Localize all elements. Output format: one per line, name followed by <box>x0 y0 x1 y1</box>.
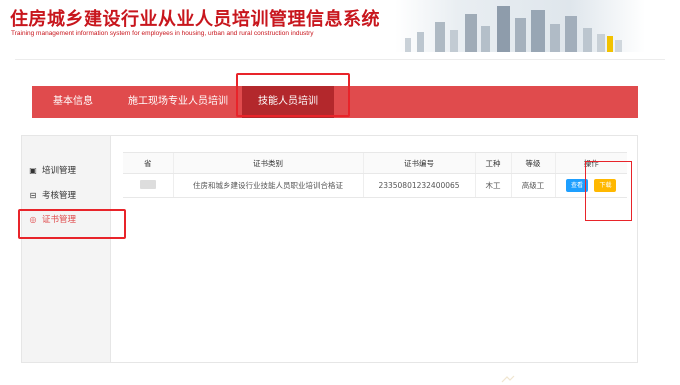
main-nav: 基本信息 施工现场专业人员培训 技能人员培训 <box>32 86 638 118</box>
cell-level: 高级工 <box>510 173 555 198</box>
cell-province <box>123 173 173 198</box>
cell-actions: 查看 下载 <box>554 173 627 198</box>
system-subtitle: Training management information system f… <box>11 30 314 37</box>
nav-tab-skilled-worker-training[interactable]: 技能人员培训 <box>242 86 334 118</box>
sidebar-item-label: 考核管理 <box>42 191 77 201</box>
header-divider <box>15 59 665 60</box>
certificate-table: 省 证书类别 证书编号 工种 等级 操作 住房和城乡建设行业技能人员职业培训合格… <box>123 152 627 198</box>
page-header: 住房城乡建设行业从业人员培训管理信息系统 Training management… <box>0 0 680 52</box>
city-skyline-banner <box>395 0 645 52</box>
nav-tab-site-staff-training[interactable]: 施工现场专业人员培训 <box>120 86 236 118</box>
table-header-row: 省 证书类别 证书编号 工种 等级 操作 <box>123 152 627 174</box>
sidebar-item-label: 证书管理 <box>42 215 77 225</box>
redacted-province <box>139 180 156 189</box>
exam-icon: ⊟ <box>29 191 37 200</box>
column-header-trade: 工种 <box>474 152 511 174</box>
view-button[interactable]: 查看 <box>566 179 589 192</box>
column-header-number: 证书编号 <box>362 152 475 174</box>
sidebar-item-certificate[interactable]: ◎ 证书管理 <box>22 209 111 231</box>
column-header-actions: 操作 <box>554 152 627 174</box>
column-header-level: 等级 <box>510 152 555 174</box>
column-header-category: 证书类别 <box>172 152 363 174</box>
sidebar-item-training[interactable]: ▣ 培训管理 <box>22 160 111 182</box>
sidebar-item-label: 培训管理 <box>42 166 77 176</box>
sidebar: ▣ 培训管理 ⊟ 考核管理 ◎ 证书管理 <box>21 135 111 363</box>
sidebar-item-exam[interactable]: ⊟ 考核管理 <box>22 185 111 207</box>
training-icon: ▣ <box>29 166 37 175</box>
cell-number: 23350801232400065 <box>362 173 475 198</box>
watermark-mark <box>501 375 515 383</box>
table-row: 住房和城乡建设行业技能人员职业培训合格证 23350801232400065 木… <box>123 173 627 198</box>
download-button[interactable]: 下载 <box>594 179 617 192</box>
cell-trade: 木工 <box>474 173 511 198</box>
cell-category: 住房和城乡建设行业技能人员职业培训合格证 <box>172 173 363 198</box>
column-header-province: 省 <box>123 152 173 174</box>
certificate-icon: ◎ <box>29 215 37 224</box>
content-panel: 省 证书类别 证书编号 工种 等级 操作 住房和城乡建设行业技能人员职业培训合格… <box>111 135 638 363</box>
nav-tab-basic-info[interactable]: 基本信息 <box>32 86 114 118</box>
system-title: 住房城乡建设行业从业人员培训管理信息系统 <box>10 9 380 30</box>
